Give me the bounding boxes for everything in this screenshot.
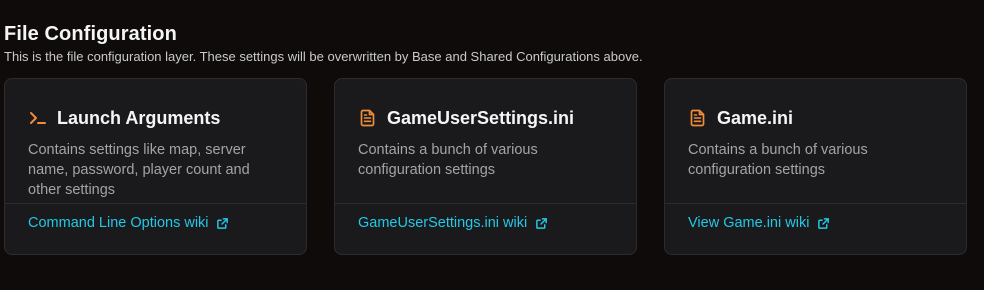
terminal-icon [28, 108, 48, 128]
page-title: File Configuration [4, 23, 177, 46]
link-label: GameUserSettings.ini wiki [358, 215, 528, 231]
card-title: Game.ini [717, 108, 794, 128]
card-divider [335, 203, 636, 204]
card-header: Game.ini [688, 107, 793, 129]
card-divider [5, 203, 306, 204]
card-gameusersettings: GameUserSettings.ini Contains a bunch of… [334, 78, 637, 255]
link-label: View Game.ini wiki [688, 215, 810, 231]
external-link-icon [216, 216, 230, 230]
card-title: GameUserSettings.ini [387, 108, 575, 128]
command-line-options-wiki-link[interactable]: Command Line Options wiki [28, 213, 230, 233]
external-link-icon [534, 216, 548, 230]
card-description: Contains a bunch of various configuratio… [688, 142, 868, 178]
gameusersettings-wiki-link[interactable]: GameUserSettings.ini wiki [358, 213, 548, 233]
game-ini-wiki-link[interactable]: View Game.ini wiki [688, 213, 830, 233]
config-cards: Launch Arguments Contains settings like … [4, 78, 969, 256]
card-description: Contains a bunch of various configuratio… [358, 142, 538, 178]
card-launch-arguments: Launch Arguments Contains settings like … [4, 78, 307, 255]
card-title: Launch Arguments [57, 108, 221, 128]
card-header: Launch Arguments [28, 107, 220, 129]
external-link-icon [816, 216, 830, 230]
card-description: Contains settings like map, server name,… [28, 142, 250, 198]
file-text-icon [358, 108, 378, 128]
card-game-ini: Game.ini Contains a bunch of various con… [664, 78, 967, 255]
file-text-icon [688, 108, 708, 128]
link-label: Command Line Options wiki [28, 215, 209, 231]
card-header: GameUserSettings.ini [358, 107, 574, 129]
card-divider [665, 203, 966, 204]
page-description: This is the file configuration layer. Th… [4, 49, 643, 64]
